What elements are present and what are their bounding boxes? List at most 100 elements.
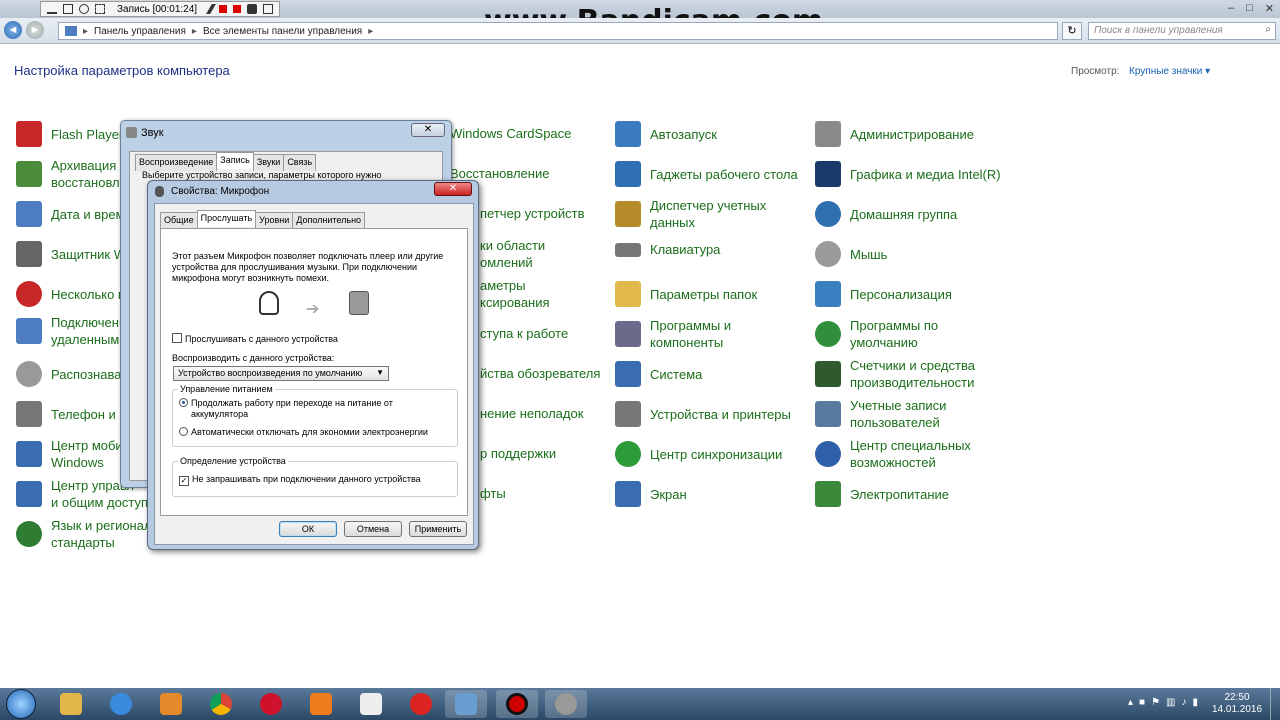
volume-icon[interactable]: ♪ xyxy=(1182,697,1187,708)
taskbar-explorer[interactable] xyxy=(50,690,92,718)
stop-icon[interactable] xyxy=(233,5,242,13)
close-button[interactable]: ✕ xyxy=(411,123,445,137)
apply-button[interactable]: Применить xyxy=(409,521,467,537)
power-option-keep[interactable]: Продолжать работу при переходе на питани… xyxy=(179,398,393,420)
power-tray-icon[interactable]: ▮ xyxy=(1193,697,1199,708)
taskbar-control-panel[interactable] xyxy=(445,690,487,718)
pause-icon[interactable] xyxy=(219,5,228,13)
search-input[interactable]: Поиск в панели управления ⌕ xyxy=(1088,22,1276,40)
cp-item-phone[interactable]: Телефон и м xyxy=(16,401,128,427)
tab-recording[interactable]: Запись xyxy=(216,152,254,169)
taskbar-media[interactable] xyxy=(150,690,192,718)
tab-communications[interactable]: Связь xyxy=(283,154,317,171)
start-button[interactable] xyxy=(6,689,36,719)
tab-sounds[interactable]: Звуки xyxy=(252,154,285,171)
cp-item-defender[interactable]: Защитник W xyxy=(16,241,126,267)
cp-item-power[interactable]: Электропитание xyxy=(815,481,949,507)
cp-item-ie[interactable]: йства обозревателя xyxy=(480,365,600,382)
cp-item-fonts[interactable]: фты xyxy=(480,485,506,502)
breadcrumb[interactable]: ▸ Панель управления ▸ Все элементы панел… xyxy=(58,22,1058,40)
cp-item-support[interactable]: р поддержки xyxy=(480,445,556,462)
cp-item-gadgets[interactable]: Гаджеты рабочего стола xyxy=(615,161,798,187)
cp-item-cardspace[interactable]: Windows CardSpace xyxy=(450,125,571,142)
detect-checkbox-box[interactable]: ✓ xyxy=(179,476,189,486)
close-recorder-icon[interactable] xyxy=(263,4,274,14)
cp-item-intel[interactable]: Графика и медиа Intel(R) xyxy=(815,161,1001,187)
taskbar-opera[interactable] xyxy=(250,690,292,718)
cp-item-speech[interactable]: Распознаван xyxy=(16,361,129,387)
cp-item-troubleshoot[interactable]: нение неполадок xyxy=(480,405,583,422)
minimize-recorder-icon[interactable] xyxy=(47,4,57,14)
playback-device-select[interactable]: Устройство воспроизведения по умолчанию … xyxy=(173,366,389,381)
back-button[interactable]: ◄ xyxy=(4,21,22,39)
pencil-icon[interactable] xyxy=(206,4,216,14)
view-by-dropdown[interactable]: Крупные значки ▾ xyxy=(1129,66,1210,77)
taskbar-yandex[interactable] xyxy=(350,690,392,718)
minimize-button[interactable]: ‒ xyxy=(1228,2,1234,15)
taskbar-chrome[interactable] xyxy=(200,690,242,718)
taskbar-bandicam[interactable] xyxy=(496,690,538,718)
radio-keep[interactable] xyxy=(179,398,188,407)
cp-item-folder-options[interactable]: Параметры папок xyxy=(615,281,757,307)
cp-item-users[interactable]: Учетные записи пользователей xyxy=(815,397,946,431)
taskbar-avast[interactable] xyxy=(300,690,342,718)
tab-advanced[interactable]: Дополнительно xyxy=(292,212,366,229)
search-icon[interactable]: ⌕ xyxy=(1265,24,1271,35)
cp-item-mouse[interactable]: Мышь xyxy=(815,241,887,267)
listen-checkbox-box[interactable] xyxy=(172,333,182,343)
taskbar-sound[interactable] xyxy=(545,690,587,718)
tab-levels[interactable]: Уровни xyxy=(255,212,294,229)
recorder-toolbar[interactable]: Запись [00:01:24] xyxy=(40,1,281,17)
breadcrumb-item[interactable]: Панель управления xyxy=(94,26,186,37)
cp-item-credentials[interactable]: Диспетчер учетных данных xyxy=(615,197,766,231)
fullscreen-icon[interactable] xyxy=(63,4,73,14)
camera-icon[interactable] xyxy=(247,4,258,14)
maximize-button[interactable]: □ xyxy=(1246,2,1253,15)
cp-item-ease[interactable]: Центр специальных возможностей xyxy=(815,437,971,471)
cp-item-display[interactable]: Экран xyxy=(615,481,687,507)
region-icon[interactable] xyxy=(95,4,105,14)
cp-item-personalize[interactable]: Персонализация xyxy=(815,281,952,307)
forward-button[interactable]: ► xyxy=(26,21,44,39)
ok-button[interactable]: ОК xyxy=(279,521,337,537)
cp-item-autoplay[interactable]: Автозапуск xyxy=(615,121,717,147)
cp-item-admin[interactable]: Администрирование xyxy=(815,121,974,147)
cancel-button[interactable]: Отмена xyxy=(344,521,402,537)
flag-icon[interactable]: ⚑ xyxy=(1151,697,1160,708)
cp-item-system[interactable]: Система xyxy=(615,361,702,387)
power-option-auto[interactable]: Автоматически отключать для экономии эле… xyxy=(179,427,428,438)
cp-item-programs[interactable]: Программы и компоненты xyxy=(615,317,731,351)
close-button[interactable]: ✕ xyxy=(1265,2,1274,15)
cp-item-datetime[interactable]: Дата и время xyxy=(16,201,132,227)
taskbar-yandex-browser[interactable] xyxy=(400,690,442,718)
cp-item-remote[interactable]: Подключени удаленным р xyxy=(16,314,130,348)
cp-item-mobility[interactable]: Центр мобиль Windows xyxy=(16,437,137,471)
breadcrumb-item[interactable]: Все элементы панели управления xyxy=(203,26,362,37)
network-icon[interactable]: ▥ xyxy=(1166,697,1175,708)
tab-general[interactable]: Общие xyxy=(160,212,198,229)
cp-item-sync[interactable]: Центр синхронизации xyxy=(615,441,782,467)
cp-item-tray[interactable]: ки области омлений xyxy=(480,237,545,271)
tab-listen[interactable]: Прослушать xyxy=(196,210,257,227)
clock[interactable]: 22:50 14.01.2016 xyxy=(1212,692,1262,716)
taskbar-ie[interactable] xyxy=(100,690,142,718)
radio-auto[interactable] xyxy=(179,427,188,436)
cp-item-default-programs[interactable]: Программы по умолчанию xyxy=(815,317,938,351)
cp-item-backup[interactable]: Архивация и восстановле xyxy=(16,157,127,191)
tray-expand-icon[interactable]: ▴ xyxy=(1128,697,1133,708)
cp-item-flash[interactable]: Flash Player xyxy=(16,121,123,147)
show-desktop-button[interactable] xyxy=(1270,688,1280,720)
close-button[interactable]: ✕ xyxy=(434,182,472,196)
cp-item-index[interactable]: аметры ксирования xyxy=(480,277,550,311)
cp-item-homegroup[interactable]: Домашняя группа xyxy=(815,201,957,227)
tab-playback[interactable]: Воспроизведение xyxy=(135,154,218,171)
listen-checkbox[interactable]: Прослушивать с данного устройства xyxy=(172,333,338,345)
cp-item-devmgr[interactable]: петчер устройств xyxy=(480,205,585,222)
cp-item-perf[interactable]: Счетчики и средства производительности xyxy=(815,357,975,391)
cp-item-printers[interactable]: Устройства и принтеры xyxy=(615,401,791,427)
cp-item-keyboard[interactable]: Клавиатура xyxy=(615,241,720,258)
tray-app-icon[interactable]: ■ xyxy=(1139,697,1145,708)
cp-item-access[interactable]: ступа к работе xyxy=(480,325,568,342)
refresh-button[interactable]: ↻ xyxy=(1062,22,1082,40)
magnifier-icon[interactable] xyxy=(79,4,89,14)
